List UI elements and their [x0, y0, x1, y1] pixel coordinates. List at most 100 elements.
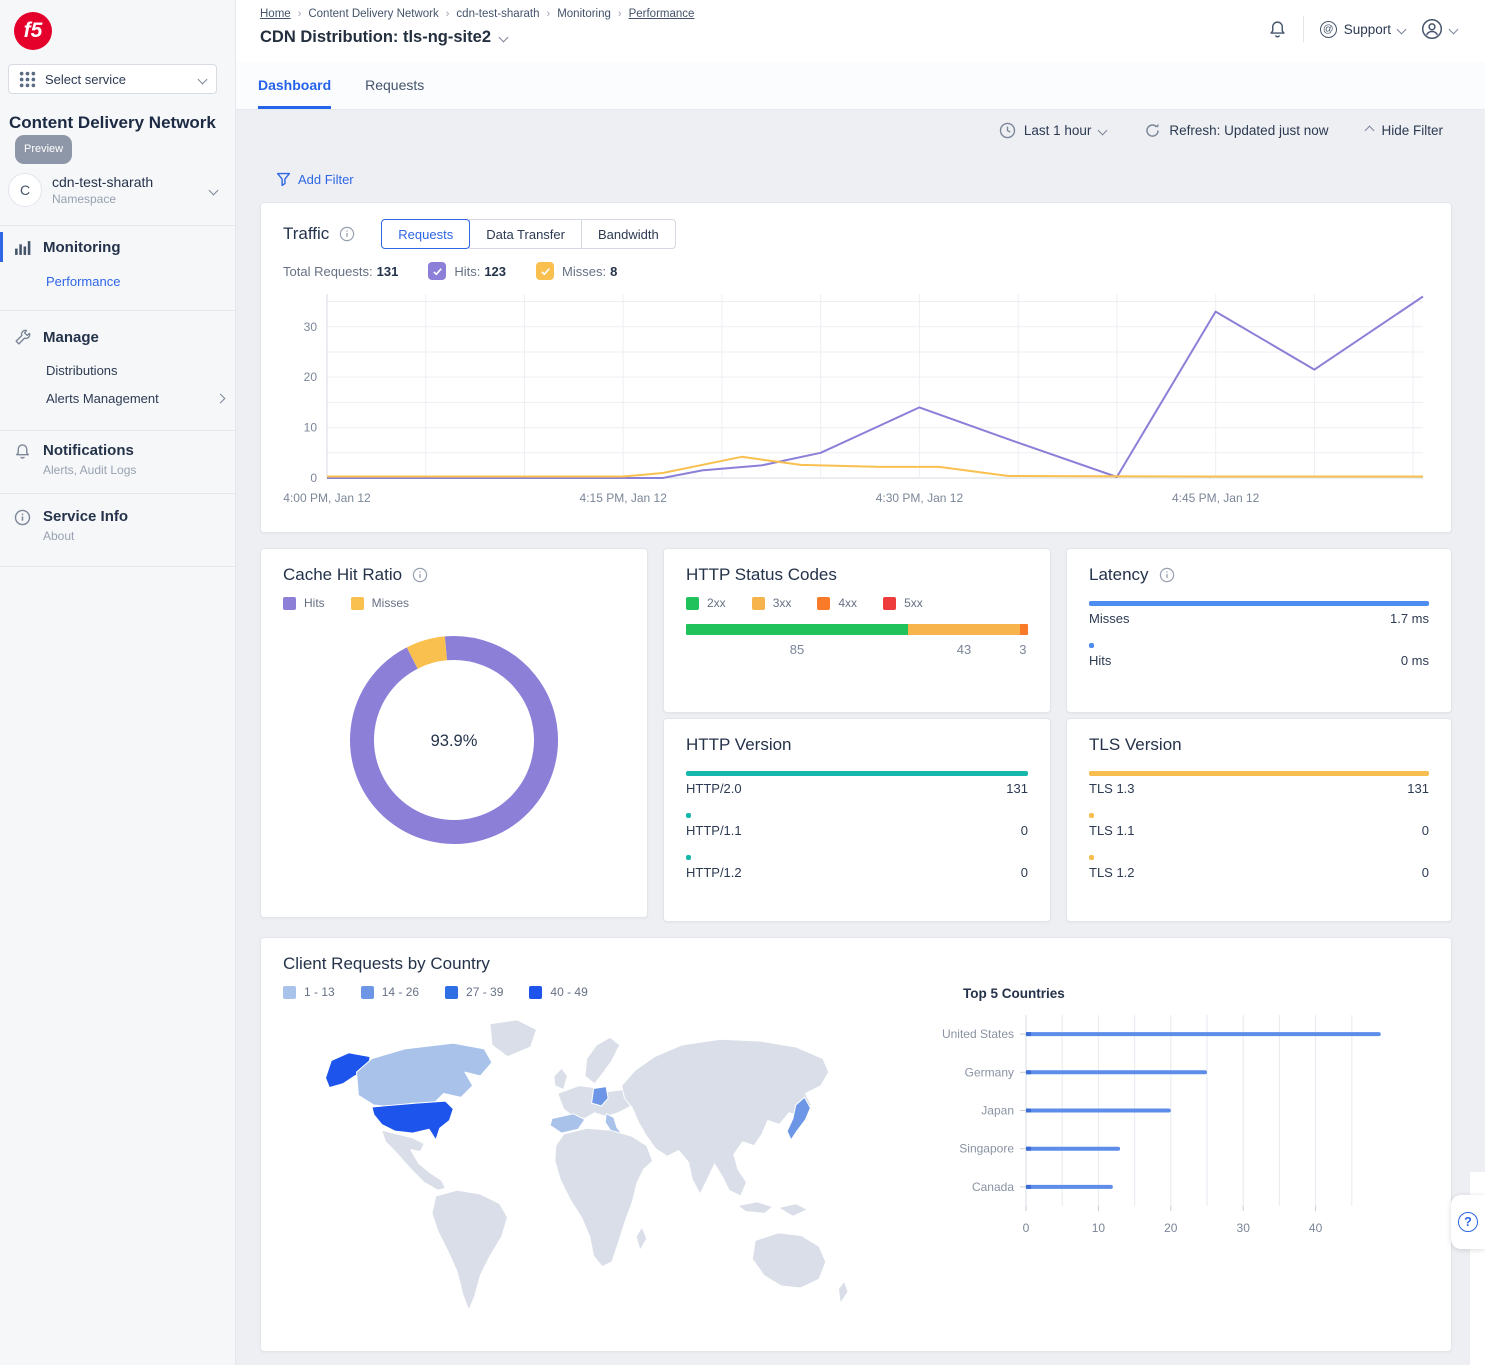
http-status-codes-title: HTTP Status Codes [686, 565, 837, 585]
traffic-metric-switch: Requests Data Transfer Bandwidth [381, 219, 675, 249]
total-requests-stat: Total Requests:131 [283, 264, 398, 279]
svg-text:Singapore: Singapore [959, 1142, 1014, 1156]
legend-label: 40 - 49 [550, 985, 587, 999]
top5-countries-bar-chart[interactable]: 010203040United StatesGermanyJapanSingap… [921, 1005, 1426, 1240]
metric-row: Hits0 ms [1089, 643, 1429, 668]
sidebar-item-service-info[interactable]: Service Info About [0, 508, 236, 546]
metric-bar [686, 855, 691, 860]
status-codes-values: 85433 [686, 642, 1028, 660]
status-segment-value: 85 [790, 642, 804, 657]
sidebar-item-monitoring[interactable]: Monitoring [0, 232, 236, 262]
tab-requests[interactable]: Requests [365, 62, 424, 109]
legend-swatch [883, 597, 896, 610]
landmass-madagascar [636, 1227, 647, 1250]
metric-value: 0 [1021, 823, 1028, 838]
misses-label: Misses: [562, 264, 606, 279]
status-segment-4xx[interactable] [1020, 624, 1028, 635]
http-status-codes-card: HTTP Status Codes 2xx 3xx 4xx 5xx 85433 [663, 548, 1051, 713]
tls-version-rows: TLS 1.3131TLS 1.10TLS 1.20 [1089, 771, 1429, 880]
chevron-down-icon[interactable] [499, 33, 509, 43]
svg-text:0: 0 [1023, 1221, 1030, 1235]
question-mark-icon: ? [1458, 1212, 1478, 1232]
top5-countries-title: Top 5 Countries [963, 986, 1441, 1001]
tls-version-card: TLS Version TLS 1.3131TLS 1.10TLS 1.20 [1066, 718, 1452, 922]
legend-swatch [445, 986, 458, 999]
help-button[interactable]: ? [1451, 1195, 1485, 1249]
select-service-label: Select service [45, 72, 126, 87]
cache-hit-ratio-card: Cache Hit Ratio HitsMisses 93.9% [260, 548, 648, 918]
preview-badge: Preview [15, 135, 72, 164]
tab-dashboard[interactable]: Dashboard [258, 62, 331, 109]
support-menu[interactable]: @ Support [1320, 21, 1405, 38]
time-range-selector[interactable]: Last 1 hour [999, 122, 1107, 139]
cache-hit-ratio-donut[interactable]: 93.9% [336, 622, 572, 858]
sidebar-item-performance[interactable]: Performance [46, 274, 120, 289]
metric-value: 0 [1021, 865, 1028, 880]
account-menu[interactable] [1421, 18, 1457, 40]
misses-legend-toggle[interactable]: Misses:8 [536, 262, 617, 280]
info-icon[interactable] [412, 567, 428, 583]
metric-label: HTTP/2.0 [686, 781, 742, 796]
add-filter-button[interactable]: Add Filter [276, 172, 354, 187]
traffic-title: Traffic [283, 224, 329, 244]
status-legend-item: 4xx [817, 596, 857, 610]
sidebar-item-notifications[interactable]: Notifications Alerts, Audit Logs [0, 442, 236, 480]
sidebar-item-manage[interactable]: Manage [0, 322, 236, 352]
landmass-australia [752, 1233, 826, 1288]
notifications-bell-icon[interactable] [1268, 20, 1287, 39]
status-codes-legend: 2xx 3xx 4xx 5xx [686, 596, 1028, 610]
traffic-tab-requests[interactable]: Requests [381, 219, 470, 249]
sidebar-item-alerts-management[interactable]: Alerts Management [46, 391, 224, 406]
traffic-tab-bandwidth[interactable]: Bandwidth [581, 219, 676, 249]
svg-text:4:15 PM, Jan 12: 4:15 PM, Jan 12 [580, 491, 668, 505]
misses-checkbox[interactable] [536, 262, 554, 280]
country-card-title: Client Requests by Country [283, 954, 490, 974]
check-icon [432, 266, 443, 277]
hits-legend-toggle[interactable]: Hits:123 [428, 262, 506, 280]
add-filter-label: Add Filter [298, 172, 354, 187]
metric-row: HTTP/1.10 [686, 813, 1028, 838]
status-segment-2xx[interactable] [686, 624, 908, 635]
metric-bar [1089, 813, 1094, 818]
info-icon[interactable] [339, 226, 355, 242]
breadcrumb-performance[interactable]: Performance [629, 8, 695, 20]
status-legend-item: 2xx [686, 596, 726, 610]
info-icon[interactable] [1159, 567, 1175, 583]
legend-swatch [361, 986, 374, 999]
map-legend-item: 27 - 39 [445, 985, 503, 999]
product-title-text: Content Delivery Network [9, 113, 216, 132]
country-canada[interactable] [356, 1043, 491, 1107]
select-service-dropdown[interactable]: Select service [8, 64, 217, 94]
breadcrumb-separator: › [298, 8, 302, 20]
sidebar-item-label: Alerts Management [46, 391, 159, 406]
metric-label: TLS 1.3 [1089, 781, 1135, 796]
svg-text:10: 10 [304, 421, 318, 435]
legend-swatch [351, 597, 364, 610]
legend-label: 5xx [904, 596, 923, 610]
refresh-label: Refresh: Updated just now [1169, 123, 1328, 138]
traffic-line-chart[interactable]: 01020304:00 PM, Jan 124:15 PM, Jan 124:3… [283, 288, 1431, 510]
status-segment-3xx[interactable] [908, 624, 1020, 635]
funnel-icon [276, 172, 291, 187]
hits-checkbox[interactable] [428, 262, 446, 280]
sidebar-item-distributions[interactable]: Distributions [46, 363, 118, 378]
refresh-button[interactable]: Refresh: Updated just now [1144, 122, 1328, 139]
metric-bar [686, 813, 691, 818]
breadcrumb-monitoring[interactable]: Monitoring [557, 8, 611, 20]
breadcrumb-cdn[interactable]: Content Delivery Network [308, 8, 438, 20]
hide-filter-toggle[interactable]: Hide Filter [1366, 123, 1443, 138]
status-codes-stacked-bar[interactable] [686, 624, 1028, 635]
breadcrumb-separator: › [446, 8, 450, 20]
metric-label: Misses [1089, 611, 1129, 626]
breadcrumb-namespace[interactable]: cdn-test-sharath [456, 8, 539, 20]
legend-label: 3xx [773, 596, 792, 610]
metric-value: 0 ms [1401, 653, 1429, 668]
f5-logo[interactable]: f5 [14, 12, 52, 50]
namespace-selector[interactable]: C cdn-test-sharath Namespace [8, 168, 229, 212]
breadcrumb-home[interactable]: Home [260, 8, 291, 20]
traffic-tab-data-transfer[interactable]: Data Transfer [469, 219, 582, 249]
chevron-right-icon [216, 394, 226, 404]
world-choropleth-map[interactable] [291, 1016, 871, 1316]
metric-value: 131 [1407, 781, 1429, 796]
grid-icon [19, 71, 36, 88]
